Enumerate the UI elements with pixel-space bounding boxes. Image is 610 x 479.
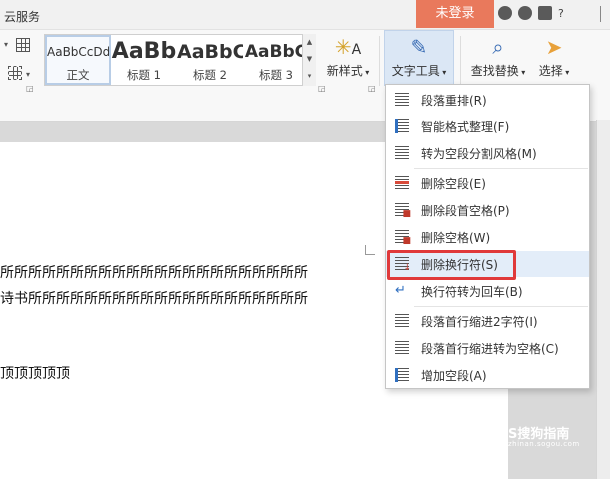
menu-item-label: 增加空段(A) xyxy=(421,368,487,383)
chevron-up-icon[interactable]: ▲ xyxy=(303,34,316,51)
text-tools-icon: ✎ xyxy=(410,35,428,59)
document-text-line[interactable]: 诗书所所所所所所所所所所所所所所所所所所所所 xyxy=(0,288,308,308)
menu-item-delete-leading-spaces[interactable]: ■ 删除段首空格(P) xyxy=(386,197,589,223)
menu-item-smart-format[interactable]: 智能格式整理(F) xyxy=(386,113,589,139)
menu-item-label: 换行符转为回车(B) xyxy=(421,284,523,299)
ribbon-separator xyxy=(379,36,380,86)
style-sample-text: AaBbC xyxy=(177,41,243,63)
new-style-button[interactable]: ✳A 新样式 ▾ xyxy=(320,32,376,79)
empty-paragraph-style-icon xyxy=(395,146,409,160)
styles-dialog-launcher-icon[interactable]: ◲ xyxy=(318,84,326,93)
ribbon-separator xyxy=(460,36,461,86)
text-tools-button[interactable]: ✎ 文字工具 ▾ xyxy=(384,32,454,79)
menu-item-line-break-to-return[interactable]: ↵ 换行符转为回车(B) xyxy=(386,278,589,304)
new-style-label: 新样式 xyxy=(326,64,363,78)
delete-leading-space-icon: ■ xyxy=(395,203,411,219)
watermark-sub: zhinan.sogou.com xyxy=(508,440,580,448)
table-borders-icon[interactable] xyxy=(16,38,30,52)
cursor-arrow-icon: ➤ xyxy=(545,35,563,59)
first-line-indent-icon xyxy=(395,314,409,328)
top-separator xyxy=(600,6,601,22)
borders-dropdown-icon[interactable]: ▾ xyxy=(4,40,8,49)
paragraph-reflow-icon xyxy=(395,93,409,107)
watermark: S搜狗指南 zhinan.sogou.com xyxy=(508,423,580,448)
menu-separator xyxy=(414,168,588,169)
select-button[interactable]: ➤ 选择 ▾ xyxy=(532,32,576,79)
paragraph-dialog-launcher-icon[interactable]: ◲ xyxy=(26,84,34,93)
new-style-icon: ✳A xyxy=(334,35,362,59)
cloud-service-label[interactable]: 云服务 xyxy=(4,8,40,25)
login-button[interactable]: 未登录 xyxy=(416,0,494,28)
style-heading-1[interactable]: AaBb 标题 1 xyxy=(111,35,177,85)
style-sample-text: AaBb xyxy=(111,41,177,64)
style-gallery: AaBbCcDd 正文 AaBb 标题 1 AaBbC 标题 2 AaBbC 标… xyxy=(44,34,316,86)
menu-item-label: 段落首行缩进转为空格(C) xyxy=(421,341,559,356)
help-button[interactable]: ? xyxy=(558,7,564,20)
menu-item-label: 转为空段分割风格(M) xyxy=(421,146,537,161)
add-empty-paragraph-icon xyxy=(395,368,409,382)
style-name-label: 标题 3 xyxy=(259,68,293,82)
expand-gallery-icon[interactable]: ▾ xyxy=(303,68,316,85)
text-tools-label: 文字工具 xyxy=(391,64,440,78)
title-bar: 云服务 未登录 ? xyxy=(0,0,610,30)
select-label: 选择 xyxy=(538,64,563,78)
chevron-down-icon[interactable]: ▼ xyxy=(303,51,316,68)
menu-item-reflow-paragraphs[interactable]: 段落重排(R) xyxy=(386,87,589,113)
indent-to-spaces-icon xyxy=(395,341,409,355)
delete-space-icon: ■ xyxy=(395,230,411,246)
delete-empty-paragraph-icon xyxy=(395,176,409,190)
menu-item-label: 删除空格(W) xyxy=(421,230,491,245)
highlight-annotation-box xyxy=(387,250,516,280)
skin-icon[interactable] xyxy=(498,6,512,20)
menu-item-first-line-indent[interactable]: 段落首行缩进2字符(I) xyxy=(386,308,589,334)
menu-item-delete-spaces[interactable]: ■ 删除空格(W) xyxy=(386,224,589,250)
document-text-line[interactable]: 所所所所所所所所所所所所所所所所所所所所所所 xyxy=(0,262,308,282)
menu-item-add-empty-paragraph[interactable]: 增加空段(A) xyxy=(386,362,589,388)
text-tools-menu: 段落重排(R) 智能格式整理(F) 转为空段分割风格(M) 删除空段(E) ■ … xyxy=(385,84,590,389)
style-sample-text: AaBbC xyxy=(244,42,308,62)
line-break-to-return-icon: ↵ xyxy=(395,283,406,298)
style-normal[interactable]: AaBbCcDd 正文 xyxy=(45,35,111,85)
shading-dropdown-icon[interactable]: ▾ xyxy=(26,70,30,79)
smart-format-icon xyxy=(395,119,409,133)
document-text-line[interactable]: 顶顶顶顶顶 xyxy=(0,363,70,383)
menu-item-label: 段落首行缩进2字符(I) xyxy=(421,314,538,329)
menu-item-label: 删除空段(E) xyxy=(421,176,486,191)
style-heading-3[interactable]: AaBbC 标题 3 xyxy=(243,35,309,85)
menu-item-indent-to-spaces[interactable]: 段落首行缩进转为空格(C) xyxy=(386,335,589,361)
margin-corner-mark xyxy=(365,245,375,255)
find-replace-label: 查找替换 xyxy=(470,64,519,78)
menu-item-empty-paragraph-style[interactable]: 转为空段分割风格(M) xyxy=(386,140,589,166)
style-name-label: 正文 xyxy=(66,68,90,82)
style-name-label: 标题 2 xyxy=(193,68,227,82)
menu-item-label: 删除段首空格(P) xyxy=(421,203,510,218)
new-style-dialog-launcher-icon[interactable]: ◲ xyxy=(368,84,376,93)
style-heading-2[interactable]: AaBbC 标题 2 xyxy=(177,35,243,85)
style-gallery-scroller[interactable]: ▲ ▼ ▾ xyxy=(302,34,316,86)
find-replace-button[interactable]: ⌕ 查找替换 ▾ xyxy=(466,32,530,79)
shading-icon[interactable] xyxy=(8,66,22,80)
menu-item-label: 段落重排(R) xyxy=(421,93,487,108)
find-replace-icon: ⌕ xyxy=(492,35,504,59)
style-sample-text: AaBbCcDd xyxy=(47,45,109,59)
top-icon-group: ? xyxy=(498,6,564,20)
menu-item-delete-empty-paragraphs[interactable]: 删除空段(E) xyxy=(386,170,589,196)
menu-separator xyxy=(414,306,588,307)
menu-item-label: 智能格式整理(F) xyxy=(421,119,510,134)
settings-icon[interactable] xyxy=(518,6,532,20)
vertical-scrollbar[interactable] xyxy=(596,120,610,479)
style-name-label: 标题 1 xyxy=(127,68,161,82)
share-icon[interactable] xyxy=(538,6,552,20)
